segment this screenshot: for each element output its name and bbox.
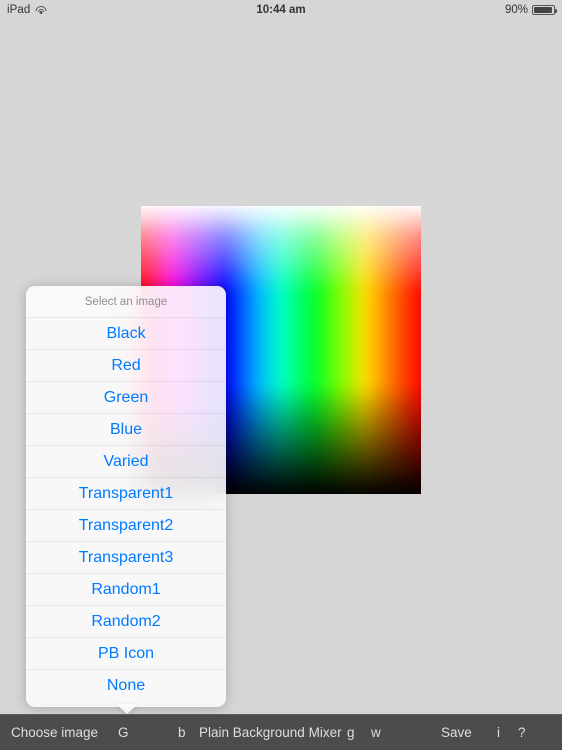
image-options-list[interactable]: Black Red Green Blue Varied Transparent1… <box>26 318 226 702</box>
status-bar-center: 10:44 am <box>0 0 562 20</box>
list-item-random2[interactable]: Random2 <box>26 606 226 638</box>
popover-arrow <box>116 704 138 714</box>
list-item-label: Red <box>111 356 141 374</box>
status-bar-right: 90% <box>504 0 557 20</box>
bottom-toolbar: Choose image G b Plain Background Mixer … <box>0 714 562 750</box>
list-item-transparent2[interactable]: Transparent2 <box>26 510 226 542</box>
list-item-red[interactable]: Red <box>26 350 226 382</box>
g-lowercase-button[interactable]: g <box>347 726 355 740</box>
clock-label: 10:44 am <box>256 4 306 16</box>
popover-title: Select an image <box>26 286 226 318</box>
list-item-label: Random2 <box>91 612 161 630</box>
list-item-random1[interactable]: Random1 <box>26 574 226 606</box>
battery-icon <box>532 5 557 15</box>
app-title: Plain Background Mixer <box>199 724 342 740</box>
image-picker-popover[interactable]: Select an image Black Red Green Blue Var… <box>26 286 226 707</box>
info-button[interactable]: i <box>497 726 500 740</box>
list-item-label: Random1 <box>91 580 161 598</box>
list-item-transparent3[interactable]: Transparent3 <box>26 542 226 574</box>
list-item-black[interactable]: Black <box>26 318 226 350</box>
list-item-varied[interactable]: Varied <box>26 446 226 478</box>
battery-percent-label: 90% <box>504 4 528 16</box>
list-item-label: None <box>106 677 146 694</box>
list-item-label: Blue <box>109 420 143 438</box>
list-item-label: Black <box>106 324 146 342</box>
help-button[interactable]: ? <box>518 726 526 740</box>
list-item-pb-icon[interactable]: PB Icon <box>26 638 226 670</box>
g-uppercase-button[interactable]: G <box>118 726 129 740</box>
list-item-label: PB Icon <box>97 644 155 662</box>
list-item-green[interactable]: Green <box>26 382 226 414</box>
status-bar: iPad 10:44 am 90% <box>0 0 562 20</box>
app-screen: iPad 10:44 am 90% Select an image Black <box>0 0 562 750</box>
list-item-label: Green <box>103 388 149 406</box>
popover-title-label: Select an image <box>84 295 168 308</box>
choose-image-button[interactable]: Choose image <box>11 726 98 740</box>
b-button[interactable]: b <box>178 726 186 740</box>
w-button[interactable]: w <box>371 726 381 740</box>
save-button[interactable]: Save <box>441 726 472 740</box>
list-item-label: Transparent1 <box>78 484 174 502</box>
list-item-none[interactable]: None <box>26 670 226 702</box>
list-item-label: Varied <box>103 452 149 470</box>
list-item-transparent1[interactable]: Transparent1 <box>26 478 226 510</box>
list-item-blue[interactable]: Blue <box>26 414 226 446</box>
list-item-label: Transparent3 <box>78 548 174 566</box>
list-item-label: Transparent2 <box>78 516 174 534</box>
